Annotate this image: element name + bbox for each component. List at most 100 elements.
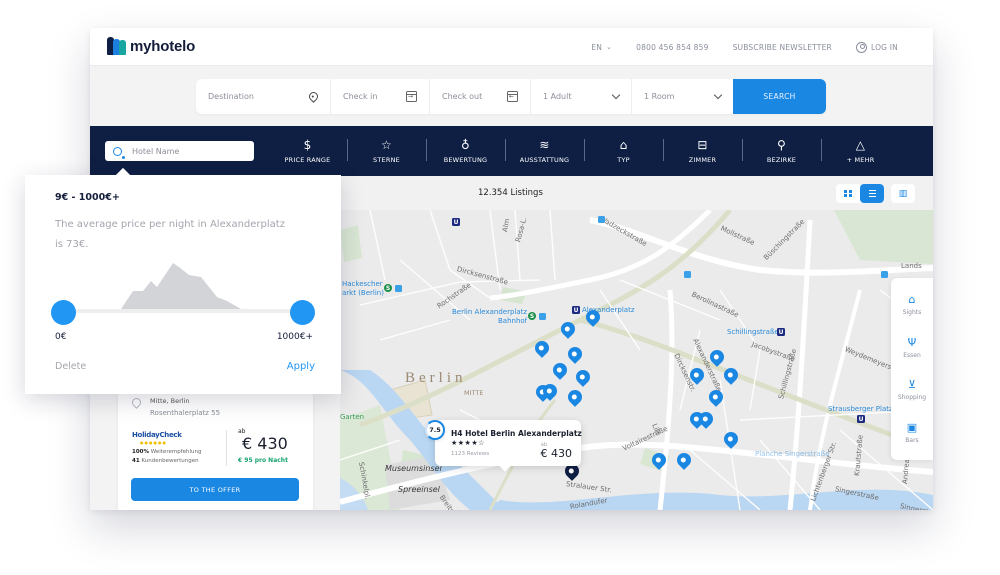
- list-icon: [868, 190, 876, 197]
- checkout-placeholder: Check out: [442, 92, 483, 101]
- poi-sights[interactable]: ⌂ Sights: [903, 293, 922, 317]
- hotel-name-placeholder: Hotel Name: [132, 146, 180, 156]
- logo-icon: [107, 37, 127, 55]
- filter-bewertung[interactable]: ♁ BEWERTUNG: [426, 126, 505, 176]
- poi-sidebar: ⌂ Sights Ψ Essen ⊻ Shopping ▣ Bars: [891, 278, 933, 460]
- poi-bars[interactable]: ▣ Bars: [905, 421, 918, 444]
- delete-button[interactable]: Delete: [55, 361, 86, 372]
- hotel-name-input[interactable]: Hotel Name: [105, 141, 254, 161]
- road: [657, 289, 675, 510]
- recommendation-rate: 100% Weiterempfehlung: [132, 449, 202, 455]
- hotel-address: Rosenthalerplatz 55: [150, 409, 221, 417]
- rooms-select[interactable]: 1 Room: [632, 79, 733, 114]
- phone-number[interactable]: 0800 456 854 859: [636, 43, 708, 52]
- star-rating: ★★★★☆: [451, 439, 485, 447]
- map-hotel-reviews: 1123 Reviews: [451, 451, 490, 457]
- calendar-checkout-icon: [507, 91, 518, 102]
- filter-label: BEWERTUNG: [443, 155, 488, 164]
- histogram-area: [121, 263, 241, 309]
- filter-label: AUSSTATTUNG: [519, 155, 570, 164]
- bed-icon: ⊟: [697, 137, 708, 152]
- logo[interactable]: myhotelo: [107, 37, 195, 55]
- price-slider-max-handle[interactable]: [290, 300, 315, 325]
- map-label-pool: Planche Singerstraße: [755, 450, 830, 458]
- filter-mehr[interactable]: △ + MEHR: [821, 126, 900, 176]
- tram-icon: [881, 271, 888, 278]
- sbahn-icon: S: [384, 284, 392, 292]
- filter-sterne[interactable]: ☆ STERNE: [347, 126, 426, 176]
- stage: myhotelo EN ⌄ 0800 456 854 859 SUBSCRIBE…: [0, 0, 1000, 575]
- award-icon: ♁: [461, 137, 470, 152]
- park-area: [340, 225, 362, 262]
- poi-shopping[interactable]: ⊻ Shopping: [897, 379, 927, 402]
- service-bell-icon: △: [855, 137, 866, 152]
- adults-select[interactable]: 1 Adult: [531, 79, 632, 114]
- poi-label: Shopping: [897, 394, 927, 402]
- building-icon: ⌂: [619, 137, 628, 152]
- price-range-popup: 9€ - 1000€+ The average price per night …: [25, 175, 341, 394]
- checkin-input[interactable]: Check in: [331, 79, 430, 114]
- top-bar: myhotelo EN ⌄ 0800 456 854 859 SUBSCRIBE…: [90, 28, 933, 66]
- login-label: LOG IN: [870, 42, 898, 52]
- filter-label: ZIMMER: [688, 155, 717, 164]
- filter-bar: Hotel Name $ PRICE RANGE ☆ STERNE ♁ BEWE…: [90, 126, 933, 176]
- map-hotel-name: H4 Hotel Berlin Alexanderplatz: [451, 429, 582, 438]
- recommendation-pct: 100%: [132, 449, 149, 455]
- ubahn-icon: U: [777, 328, 785, 336]
- dollar-icon: $: [303, 137, 312, 152]
- map-label-street: Lands: [901, 262, 922, 270]
- map-view-button[interactable]: ▥: [891, 184, 915, 203]
- filter-typ[interactable]: ⌂ TYP: [584, 126, 663, 176]
- map[interactable]: Dircksenstraße Rochstraße Hackescher ark…: [340, 210, 933, 510]
- filter-label: BEZIRKE: [766, 155, 797, 164]
- reviews-count: 41 Kundenbewertungen: [132, 458, 199, 464]
- tram-icon: [598, 216, 605, 223]
- rating-dots: ●●●●●●: [140, 440, 167, 445]
- location-pin-icon: [130, 396, 143, 409]
- language-selector[interactable]: EN ⌄: [591, 43, 612, 52]
- search-icon: [113, 146, 125, 159]
- user-icon: [855, 41, 867, 53]
- bank-icon: ⌂: [908, 293, 916, 307]
- checkout-input[interactable]: Check out: [430, 79, 531, 114]
- listings-count: 12.354 Listings: [478, 188, 543, 198]
- map-label-station: Hackescher: [342, 280, 383, 288]
- map-hotel-popup[interactable]: H4 Hotel Berlin Alexanderplatz ★★★★☆ 112…: [435, 420, 582, 466]
- apply-button[interactable]: Apply: [287, 361, 315, 372]
- list-view-button[interactable]: [860, 184, 884, 203]
- filter-zimmer[interactable]: ⊟ ZIMMER: [663, 126, 742, 176]
- sbahn-icon: S: [528, 312, 536, 320]
- map-label-station: Bahnhof: [498, 317, 528, 325]
- grid-view-button[interactable]: [836, 184, 860, 203]
- tram-icon: [539, 313, 546, 320]
- search-button[interactable]: SEARCH: [733, 79, 826, 114]
- price-slider-min-handle[interactable]: [51, 300, 76, 325]
- map-label-station: Berlin Alexanderplatz: [452, 308, 528, 316]
- filter-price-range[interactable]: $ PRICE RANGE: [268, 126, 347, 176]
- login-button[interactable]: LOG IN: [855, 41, 898, 53]
- language-label: EN: [591, 42, 603, 52]
- subscribe-newsletter-link[interactable]: SUBSCRIBE NEWSLETTER: [733, 43, 832, 52]
- star-icon: ☆: [381, 137, 392, 152]
- tram-icon: [395, 285, 402, 292]
- tram-icon: [684, 271, 691, 278]
- destination-input[interactable]: Destination: [196, 79, 331, 114]
- holidaycheck-logo: HolidayCheck: [132, 431, 182, 439]
- map-icon: ▥: [898, 188, 908, 199]
- filter-bezirke[interactable]: ⚲ BEZIRKE: [742, 126, 821, 176]
- price-per-night: € 95 pro Nacht: [238, 457, 288, 464]
- hotel-card: Mitte, Berlin Rosenthalerplatz 55 Holida…: [118, 388, 313, 510]
- grid-icon: [844, 189, 852, 198]
- location-pin-icon: [307, 90, 320, 103]
- map-label-city: Berlin: [405, 370, 467, 386]
- filter-ausstattung[interactable]: ≋ AUSSTATTUNG: [505, 126, 584, 176]
- checkin-placeholder: Check in: [343, 92, 378, 101]
- ubahn-icon: U: [572, 306, 580, 314]
- map-label-station: Strausberger Platz: [828, 405, 893, 413]
- filter-label: STERNE: [373, 155, 400, 164]
- to-the-offer-button[interactable]: TO THE OFFER: [131, 478, 299, 501]
- poi-essen[interactable]: Ψ Essen: [903, 336, 921, 359]
- hotel-district: Mitte, Berlin: [150, 397, 190, 405]
- price-slider-track[interactable]: [63, 309, 303, 313]
- poi-label: Essen: [903, 351, 921, 359]
